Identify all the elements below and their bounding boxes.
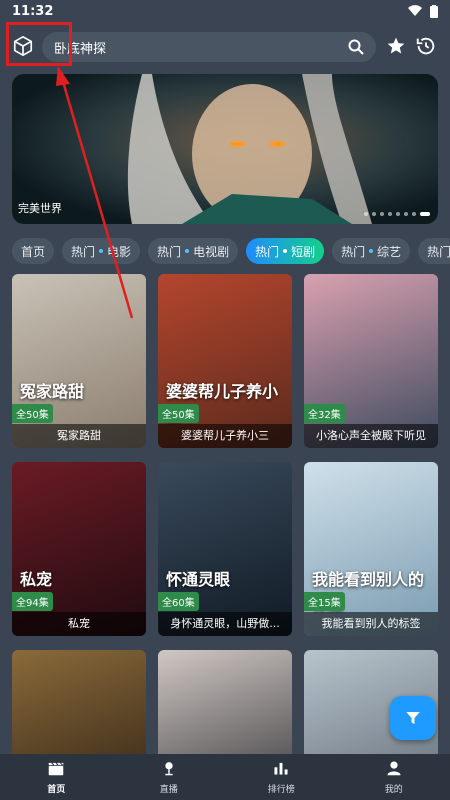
drama-title: 冤家路甜 xyxy=(12,424,146,448)
nav-label: 我的 xyxy=(384,784,403,795)
nav-label: 直播 xyxy=(159,784,178,795)
category-tabs: 首页 热门 电影 热门 电视剧 热门 短剧 热门 综艺 热门 xyxy=(12,238,450,264)
chip-label: 热门 xyxy=(427,244,450,259)
chip-sublabel: 电视剧 xyxy=(193,244,230,259)
category-chip[interactable]: 热门 短剧 xyxy=(246,238,325,264)
drama-card[interactable]: 婆婆帮儿子养小三全50集婆婆帮儿子养小三 xyxy=(158,274,292,448)
favorites-button[interactable] xyxy=(384,34,408,58)
chip-dot xyxy=(369,249,374,253)
search-icon[interactable] xyxy=(348,39,364,55)
drama-title: 身怀通灵眼，山野做... xyxy=(158,612,292,636)
chip-dot xyxy=(185,249,190,253)
category-chip[interactable]: 热门 综艺 xyxy=(332,238,411,264)
nav-item[interactable]: 排行榜 xyxy=(225,754,338,800)
history-icon xyxy=(416,37,435,55)
drama-card[interactable]: 全32集 小洛心声全被殿下听见 xyxy=(304,274,438,448)
banner-artwork xyxy=(12,74,438,224)
episode-count-badge: 全60集 xyxy=(158,592,199,611)
featured-banner[interactable]: 完美世界 xyxy=(12,74,438,224)
episode-count-badge: 全50集 xyxy=(158,404,199,423)
star-icon xyxy=(387,37,405,54)
live-icon xyxy=(160,760,178,780)
drama-title: 私宠 xyxy=(12,612,146,636)
nav-label: 首页 xyxy=(47,784,66,795)
drama-grid: 冤家路甜全50集冤家路甜婆婆帮儿子养小三全50集婆婆帮儿子养小三全32集小洛心声… xyxy=(12,274,438,800)
drama-card[interactable]: 冤家路甜 全50集 冤家路甜 xyxy=(12,274,146,448)
filter-icon xyxy=(406,712,420,724)
chip-sublabel: 综艺 xyxy=(377,244,402,259)
drama-title: 婆婆帮儿子养小三 xyxy=(158,424,292,448)
cube-icon xyxy=(13,36,33,56)
chip-label: 热门 xyxy=(157,244,182,259)
chip-sublabel: 短剧 xyxy=(291,244,316,259)
poster-title-art: 怀通灵眼 xyxy=(166,570,231,589)
profile-icon xyxy=(385,760,403,780)
chip-sublabel: 电影 xyxy=(107,244,132,259)
drama-card[interactable]: 怀通灵眼全60集 身怀通灵眼，山野做... xyxy=(158,462,292,636)
drama-card[interactable]: 私宠 全94集 私宠 xyxy=(12,462,146,636)
battery-icon xyxy=(430,4,438,18)
category-chip[interactable]: 热门 xyxy=(418,238,450,264)
poster-title-art: 冤家路甜 xyxy=(20,382,85,401)
banner-pagination xyxy=(364,212,430,216)
chip-label: 热门 xyxy=(341,244,366,259)
episode-count-badge: 全15集 xyxy=(304,592,345,611)
filter-button[interactable] xyxy=(390,696,436,740)
history-button[interactable] xyxy=(414,34,438,58)
ranking-icon xyxy=(272,760,290,780)
nav-item[interactable]: 我的 xyxy=(338,754,450,800)
episode-count-badge: 全32集 xyxy=(304,404,345,423)
nav-item[interactable]: 首页 xyxy=(0,754,113,800)
top-bar: 卧底神探 xyxy=(0,26,450,66)
episode-count-badge: 全94集 xyxy=(12,592,53,611)
cube-menu-button[interactable] xyxy=(8,26,38,66)
chip-dot xyxy=(99,249,104,253)
drama-card[interactable]: 我能看到别人的标签全15集我能看到别人的标签 xyxy=(304,462,438,636)
drama-title: 小洛心声全被殿下听见 xyxy=(304,424,438,448)
nav-item[interactable]: 直播 xyxy=(113,754,226,800)
search-placeholder: 卧底神探 xyxy=(54,41,107,57)
drama-title: 我能看到别人的标签 xyxy=(304,612,438,636)
chip-dot xyxy=(283,249,288,253)
status-time: 11:32 xyxy=(12,3,54,19)
search-input[interactable]: 卧底神探 xyxy=(42,32,376,62)
category-chip[interactable]: 热门 电视剧 xyxy=(148,238,239,264)
status-bar: 11:32 xyxy=(0,0,450,22)
category-chip[interactable]: 热门 电影 xyxy=(62,238,141,264)
clapperboard-icon xyxy=(47,760,65,780)
banner-title: 完美世界 xyxy=(18,202,62,215)
category-chip[interactable]: 首页 xyxy=(12,238,55,264)
nav-label: 排行榜 xyxy=(267,784,295,795)
chip-label: 热门 xyxy=(71,244,96,259)
episode-count-badge: 全50集 xyxy=(12,404,53,423)
poster-title-art: 私宠 xyxy=(20,570,53,589)
chip-label: 首页 xyxy=(21,244,46,259)
wifi-icon xyxy=(408,5,422,17)
chip-label: 热门 xyxy=(255,244,280,259)
bottom-nav: 首页 直播 排行榜 我的 xyxy=(0,754,450,800)
